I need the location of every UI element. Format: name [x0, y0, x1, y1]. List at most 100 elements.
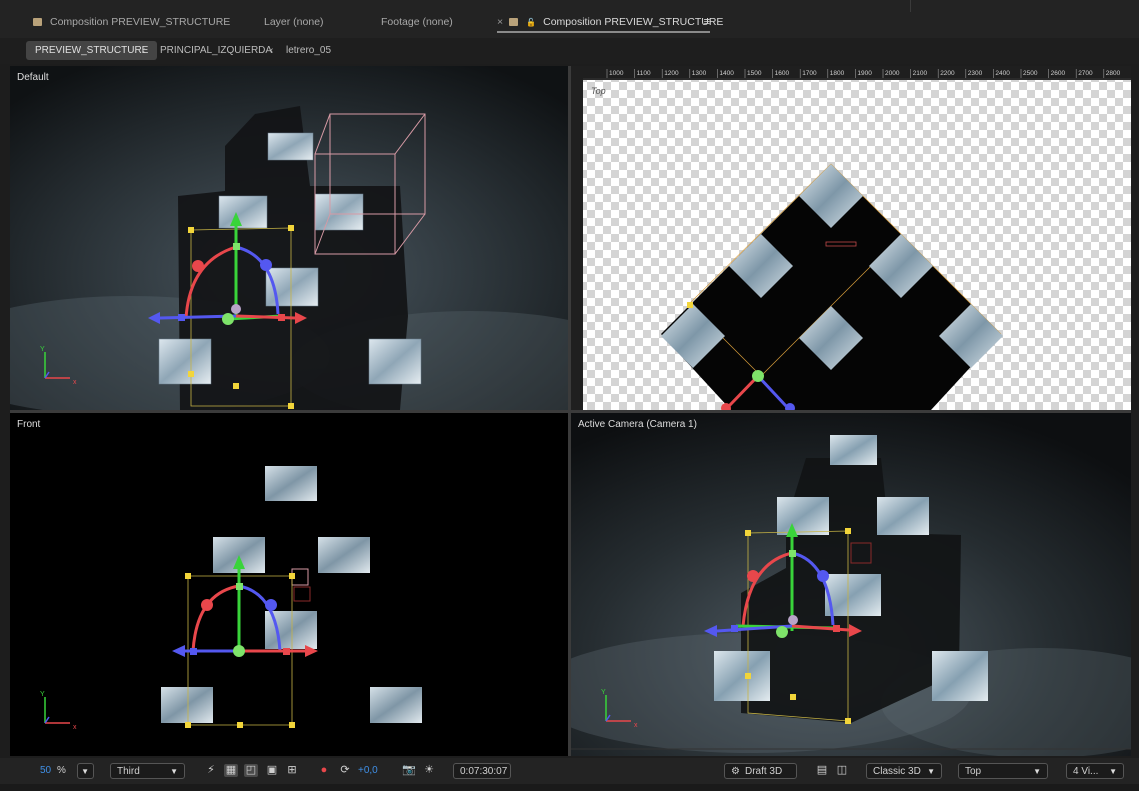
draft-3d-icon: ⚙ [731, 766, 740, 777]
horizontal-ruler [571, 66, 1131, 78]
viewer-toolbar: 50 % ▼ Third ▼ ⚡ ▦ ◰ ▣ ⊞ ● ⟳ +0,0 📷 ☀ 0:0… [0, 758, 1139, 784]
axis-x-label: x [73, 724, 77, 731]
ruler-tick-label: 1000 [609, 70, 624, 77]
tab-composition[interactable]: Composition PREVIEW_STRUCTURE [33, 13, 230, 31]
view-active-camera[interactable]: Y x Active Camera (Camera 1) [571, 413, 1131, 756]
default-view-scene: Y x [10, 66, 568, 410]
snapshot-icon[interactable]: 📷 [402, 764, 416, 777]
tab-label: Footage (none) [381, 16, 453, 28]
chevron-down-icon: ▼ [1033, 767, 1041, 776]
front-view-scene: Y x [10, 413, 568, 756]
camera-view-scene: Y x [571, 413, 1131, 756]
left-panel-edge [0, 66, 10, 756]
ruler-tick-label: 2700 [1078, 70, 1093, 77]
ice-block [218, 195, 268, 229]
ice-block [267, 132, 314, 161]
breadcrumb-principal-izquierda[interactable]: PRINCIPAL_IZQUIERDA [160, 41, 272, 60]
ruler-tick-label: 1100 [637, 70, 651, 77]
3d-view-value: Top [965, 766, 982, 777]
composition-icon [33, 18, 42, 26]
tab-footage[interactable]: Footage (none) [381, 13, 453, 31]
reset-exposure-icon[interactable]: ⟳ [338, 764, 352, 777]
tab-layer[interactable]: Layer (none) [264, 13, 324, 31]
close-icon[interactable]: × [497, 16, 503, 28]
axis-y-label: Y [601, 689, 606, 696]
window-footer [0, 784, 1139, 791]
ice-block [932, 651, 988, 701]
magnification-value[interactable]: 50 [40, 763, 51, 779]
ruler-tick-label: 2400 [995, 70, 1010, 77]
tab-composition-active[interactable]: × 🔓 Composition PREVIEW_STRUCTURE ≡ [497, 13, 723, 33]
ice-block [370, 687, 422, 723]
chevron-down-icon: ▼ [81, 767, 89, 776]
ice-block [318, 537, 370, 573]
view-default[interactable]: Y x Default [10, 66, 568, 410]
axis-x-label: x [73, 379, 77, 386]
vertical-ruler [571, 66, 583, 410]
show-snapshot-icon[interactable]: ☀ [422, 764, 436, 777]
fast-previews-icon[interactable]: ⚡ [204, 764, 218, 777]
renderer-button[interactable]: ⚙ Draft 3D [724, 763, 797, 779]
mask-visibility-icon[interactable]: ◰ [244, 764, 258, 777]
renderer-mode-select[interactable]: Classic 3D ▼ [866, 763, 942, 779]
view-top[interactable]: 1000 1100 1200 1300 1400 1500 1600 1700 1800 1900… [571, 66, 1131, 410]
ruler-tick-label: 1900 [857, 70, 872, 77]
composition-breadcrumb: PREVIEW_STRUCTURE ‹ PRINCIPAL_IZQUIERDA … [0, 38, 1139, 64]
grid-guides-icon[interactable]: ⊞ [285, 764, 299, 777]
chevron-down-icon: ▼ [927, 767, 935, 776]
renderer-mode-value: Classic 3D [873, 766, 921, 777]
axis-y-label: Y [40, 691, 45, 698]
ice-block [777, 497, 829, 535]
panel-menu-icon[interactable]: ≡ [704, 13, 710, 31]
3d-view-select[interactable]: Top ▼ [958, 763, 1048, 779]
breadcrumb-letrero[interactable]: letrero_05 [286, 41, 331, 60]
view-front[interactable]: Y x Front [10, 413, 568, 756]
ice-block [830, 435, 877, 465]
top-view-scene: 1000 1100 1200 1300 1400 1500 1600 1700 1800 1900… [571, 66, 1131, 410]
ice-block [368, 338, 422, 385]
resolution-select[interactable]: Third ▼ [110, 763, 185, 779]
ruler-tick-label: 2200 [940, 70, 955, 77]
ruler-tick-label: 2000 [885, 70, 900, 77]
view-label: Default [17, 72, 49, 83]
chevron-down-icon: ▼ [170, 767, 178, 776]
chevron-left-icon: ‹ [142, 45, 146, 56]
ruler-tick-label: 2600 [1051, 70, 1066, 77]
renderer-label: Draft 3D [744, 766, 783, 777]
axis-y-label: Y [40, 346, 45, 353]
magnification-dropdown[interactable]: ▼ [77, 763, 94, 779]
ruler-tick-label: 2500 [1023, 70, 1038, 77]
ruler-tick-label: 2300 [968, 70, 983, 77]
3d-ground-plane-icon[interactable]: ◫ [835, 764, 849, 777]
ice-block [714, 651, 770, 701]
ruler-tick-label: 1400 [719, 70, 734, 77]
view-layout-select[interactable]: 4 Vi... ▼ [1066, 763, 1124, 779]
chevron-left-icon: ‹ [270, 45, 274, 56]
view-divider-horizontal[interactable] [10, 410, 1131, 413]
ruler-tick-label: 1500 [747, 70, 762, 77]
ruler-tick-label: 1600 [775, 70, 790, 77]
extended-viewer-icon[interactable]: ▤ [815, 764, 829, 777]
ice-block [265, 466, 317, 501]
channel-icon[interactable]: ● [317, 764, 331, 777]
composition-icon [509, 18, 519, 26]
axis-x-label: x [634, 722, 638, 729]
ice-block [877, 497, 929, 535]
region-of-interest-icon[interactable]: ▣ [265, 764, 279, 777]
ruler-tick-label: 2800 [1106, 70, 1121, 77]
ice-block [825, 574, 881, 616]
exposure-value[interactable]: +0,0 [358, 763, 378, 779]
composition-viewer[interactable]: Y x Default 1000 1100 1200 1300 1400 1500 1600… [10, 66, 1131, 756]
transparency-grid-icon[interactable]: ▦ [224, 764, 238, 777]
view-label: Active Camera (Camera 1) [578, 419, 697, 430]
ruler-tick-label: 1700 [802, 70, 817, 77]
view-label: Front [17, 419, 41, 430]
tab-label: Composition PREVIEW_STRUCTURE [543, 16, 724, 28]
current-time-display[interactable]: 0:07:30:07 [453, 763, 511, 779]
panel-tab-bar: Composition PREVIEW_STRUCTURE Layer (non… [0, 0, 1139, 39]
breadcrumb-preview-structure[interactable]: PREVIEW_STRUCTURE [26, 41, 158, 60]
lock-icon[interactable]: 🔓 [526, 18, 536, 27]
tab-label: Composition PREVIEW_STRUCTURE [50, 16, 231, 28]
ruler-tick-label: 1300 [692, 70, 707, 77]
window-divider [910, 0, 911, 12]
